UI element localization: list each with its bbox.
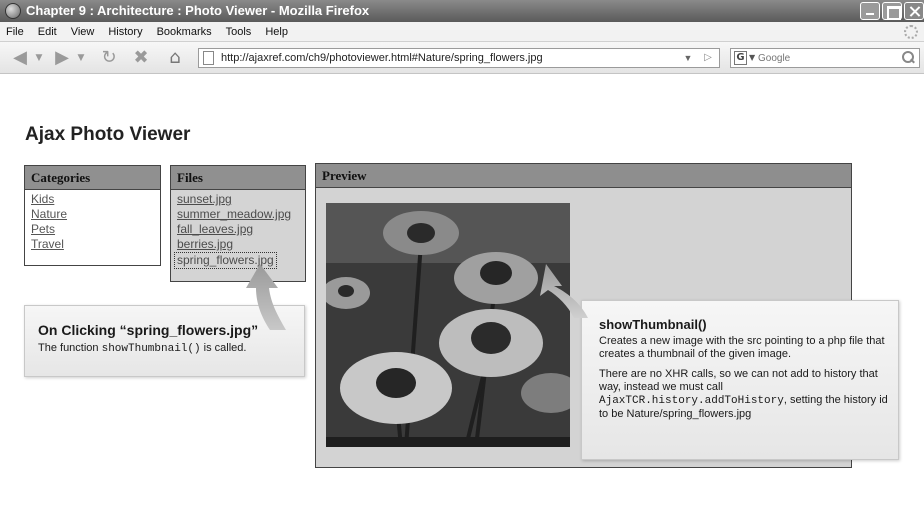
firefox-icon xyxy=(5,3,21,19)
category-link-travel[interactable]: Travel xyxy=(31,237,154,252)
forward-icon[interactable]: ▶ xyxy=(50,48,74,68)
page-icon xyxy=(203,51,214,65)
callout-click-info: On Clicking “spring_flowers.jpg” The fun… xyxy=(24,305,305,377)
maximize-button[interactable] xyxy=(882,2,902,20)
callout-left-body: The function showThumbnail() is called. xyxy=(38,342,247,355)
back-icon[interactable]: ◀ xyxy=(8,48,32,68)
stop-icon[interactable]: ✖ xyxy=(130,48,152,68)
menu-tools[interactable]: Tools xyxy=(226,22,252,41)
preview-thumbnail-image xyxy=(326,203,570,447)
callout-left-title: On Clicking “spring_flowers.jpg” xyxy=(38,322,259,338)
file-link[interactable]: berries.jpg xyxy=(177,237,299,252)
window-title: Chapter 9 : Architecture : Photo Viewer … xyxy=(26,3,370,18)
category-link-nature[interactable]: Nature xyxy=(31,207,154,222)
reload-icon[interactable]: ↻ xyxy=(98,48,120,68)
go-icon[interactable]: ▷ xyxy=(701,49,715,67)
menu-bar: File Edit View History Bookmarks Tools H… xyxy=(0,22,924,42)
callout-right-paragraph: Creates a new image with the src pointin… xyxy=(599,335,885,360)
url-history-dropdown-icon[interactable]: ▼ xyxy=(681,49,695,67)
minimize-button[interactable] xyxy=(860,2,880,20)
home-icon[interactable]: ⌂ xyxy=(164,48,186,68)
category-link-pets[interactable]: Pets xyxy=(31,222,154,237)
back-dropdown-icon[interactable]: ▼ xyxy=(34,48,44,68)
preview-header: Preview xyxy=(316,164,851,188)
menu-view[interactable]: View xyxy=(71,22,95,41)
search-engine-dropdown-icon[interactable]: ▼ xyxy=(749,49,755,67)
file-link-selected[interactable]: spring_flowers.jpg xyxy=(174,252,277,269)
categories-panel: Categories Kids Nature Pets Travel xyxy=(24,165,161,266)
file-link[interactable]: sunset.jpg xyxy=(177,192,299,207)
window-titlebar: Chapter 9 : Architecture : Photo Viewer … xyxy=(0,0,924,22)
file-link[interactable]: fall_leaves.jpg xyxy=(177,222,299,237)
callout-right-paragraph: There are no XHR calls, so we can not ad… xyxy=(599,368,888,420)
flower xyxy=(383,211,459,255)
menu-history[interactable]: History xyxy=(108,22,142,41)
url-bar[interactable]: http://ajaxref.com/ch9/photoviewer.html#… xyxy=(198,48,720,68)
url-text[interactable]: http://ajaxref.com/ch9/photoviewer.html#… xyxy=(221,52,543,64)
search-engine-icon[interactable]: G xyxy=(734,51,747,65)
navigation-toolbar: ◀ ▼ ▶ ▼ ↻ ✖ ⌂ http://ajaxref.com/ch9/pho… xyxy=(0,42,924,74)
menu-bookmarks[interactable]: Bookmarks xyxy=(157,22,212,41)
files-panel: Files sunset.jpg summer_meadow.jpg fall_… xyxy=(170,165,306,282)
callout-showthumbnail-info: showThumbnail() Creates a new image with… xyxy=(581,300,899,460)
search-bar[interactable]: G ▼ xyxy=(730,48,920,68)
forward-dropdown-icon[interactable]: ▼ xyxy=(76,48,86,68)
callout-right-title: showThumbnail() xyxy=(599,317,707,332)
file-link[interactable]: summer_meadow.jpg xyxy=(177,207,299,222)
files-header: Files xyxy=(171,166,305,190)
category-link-kids[interactable]: Kids xyxy=(31,192,154,207)
search-input[interactable] xyxy=(758,50,898,66)
page-title: Ajax Photo Viewer xyxy=(25,124,191,145)
search-icon[interactable] xyxy=(901,50,915,66)
menu-edit[interactable]: Edit xyxy=(38,22,57,41)
close-button[interactable] xyxy=(904,2,924,20)
menu-help[interactable]: Help xyxy=(265,22,288,41)
categories-header: Categories xyxy=(25,166,160,190)
throbber-icon xyxy=(904,25,918,39)
menu-file[interactable]: File xyxy=(6,22,24,41)
